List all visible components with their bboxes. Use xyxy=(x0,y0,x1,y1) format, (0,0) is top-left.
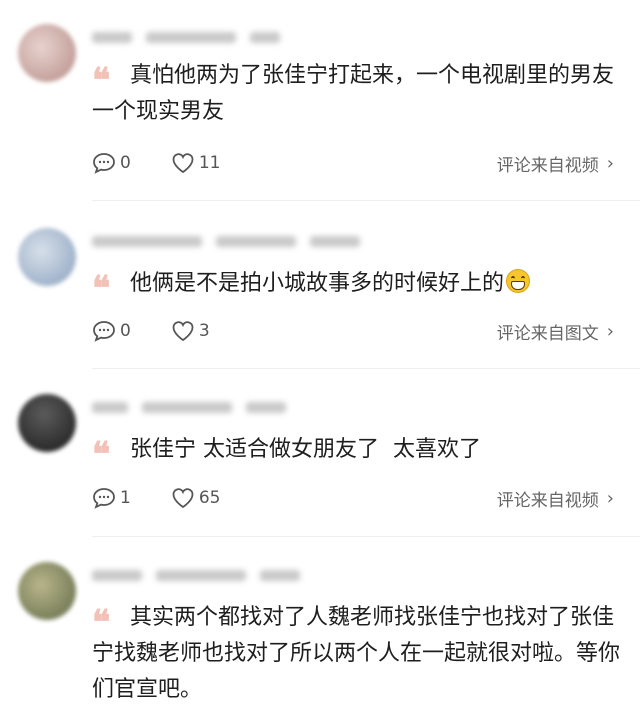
comment-source-link[interactable]: 评论来自图文 › xyxy=(497,319,614,344)
comment-meta-blurred xyxy=(92,568,300,582)
like-button[interactable]: 3 xyxy=(171,320,210,342)
reply-button[interactable]: 1 xyxy=(92,487,131,509)
reply-button[interactable]: 0 xyxy=(92,152,131,174)
comment-text-content: 他俩是不是拍小城故事多的时候好上的 xyxy=(130,271,505,296)
comment-meta-blurred xyxy=(92,400,286,414)
like-count: 3 xyxy=(198,321,210,341)
comment-text: 其实两个都找对了人魏老师找张佳宁也找对了张佳宁找魏老师也找对了所以两个人在一起就… xyxy=(92,605,621,702)
comment-meta-blurred xyxy=(92,30,280,44)
comment-bubble-icon xyxy=(93,153,115,174)
source-label: 评论来自视频 xyxy=(496,490,599,511)
comment-text: 真怕他两为了张佳宁打起来，一个电视剧里的男友一个现实男友 xyxy=(92,63,615,124)
avatar[interactable] xyxy=(18,562,76,620)
avatar[interactable] xyxy=(18,228,76,286)
comment-actions: 1 65 评论来自视频 › xyxy=(92,485,614,511)
comment-bubble-icon xyxy=(93,321,115,342)
comment-source-link[interactable]: 评论来自视频 › xyxy=(497,151,614,176)
heart-icon xyxy=(172,153,194,174)
chevron-right-icon: › xyxy=(606,152,614,174)
reply-button[interactable]: 0 xyxy=(92,320,131,342)
comment-text: 张佳宁 太适合做女朋友了 太喜欢了 xyxy=(130,437,481,462)
divider xyxy=(92,536,640,537)
source-label: 评论来自视频 xyxy=(496,155,599,176)
divider xyxy=(92,200,640,201)
divider xyxy=(92,368,640,369)
comment-meta-blurred xyxy=(92,234,360,248)
comment-source-link[interactable]: 评论来自视频 › xyxy=(497,486,614,511)
heart-icon xyxy=(172,321,194,342)
avatar[interactable] xyxy=(18,24,76,82)
chevron-right-icon: › xyxy=(606,320,614,342)
comment-text: 他俩是不是拍小城故事多的时候好上的 xyxy=(92,266,632,302)
reply-count: 1 xyxy=(120,488,131,508)
grinning-face-icon xyxy=(506,269,531,293)
heart-icon xyxy=(172,488,194,509)
like-count: 65 xyxy=(198,488,221,508)
like-count: 11 xyxy=(198,153,221,173)
comment-bubble-icon xyxy=(93,488,115,509)
reply-count: 0 xyxy=(120,321,131,341)
chevron-right-icon: › xyxy=(606,487,614,509)
reply-count: 0 xyxy=(120,153,131,173)
comment-actions: 0 11 评论来自视频 › xyxy=(92,150,614,176)
comment-actions: 0 3 评论来自图文 › xyxy=(92,318,614,344)
source-label: 评论来自图文 xyxy=(496,323,599,344)
like-button[interactable]: 11 xyxy=(171,152,221,174)
like-button[interactable]: 65 xyxy=(171,487,221,509)
avatar[interactable] xyxy=(18,394,76,452)
